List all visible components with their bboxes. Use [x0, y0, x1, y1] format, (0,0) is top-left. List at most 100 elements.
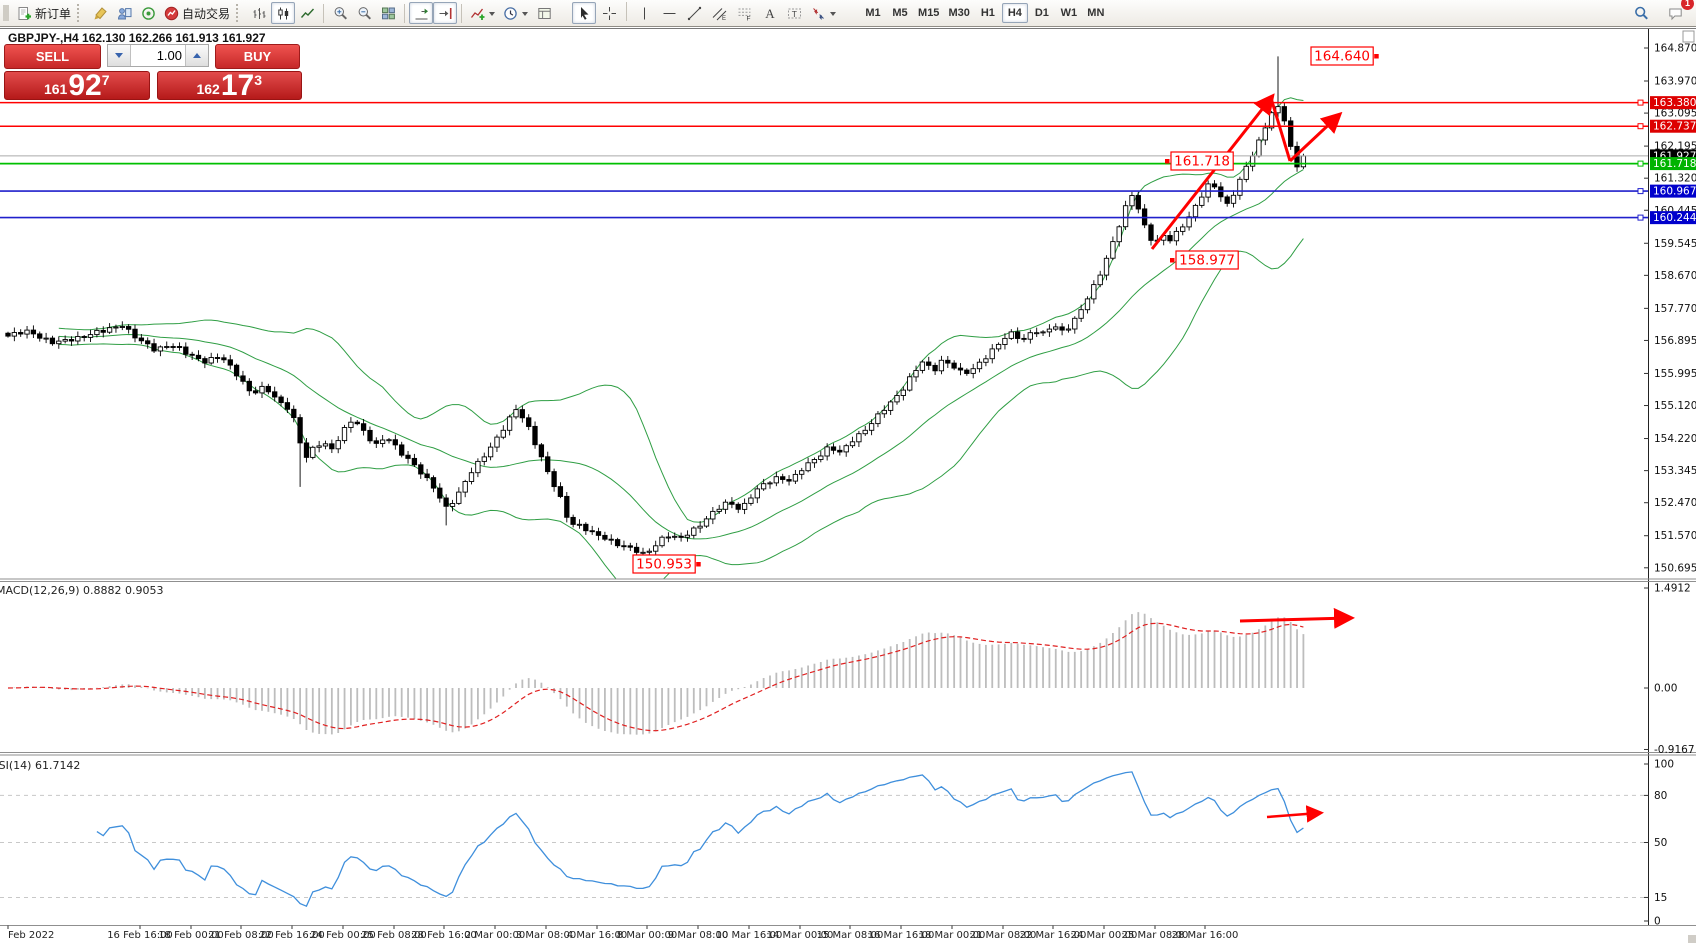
price-tag: 162.737 [1653, 121, 1696, 133]
candle-body [393, 440, 397, 445]
candle-body [533, 426, 537, 444]
chart-canvas[interactable]: 164.870163.970163.095162.195161.320160.4… [0, 0, 1696, 943]
dropdown-caret[interactable] [830, 12, 836, 19]
autotrade-button[interactable]: 自动交易 [160, 2, 234, 24]
sell-button[interactable]: SELL [4, 44, 101, 69]
line-handle[interactable] [1638, 215, 1643, 220]
bar-chart-button[interactable] [247, 2, 271, 24]
line-handle[interactable] [1638, 189, 1643, 194]
price-tick: 152.470 [1654, 497, 1696, 509]
cursor-tool-button[interactable] [572, 2, 596, 24]
timeframe-mn[interactable]: MN [1083, 3, 1109, 23]
price-tick: 157.770 [1654, 303, 1696, 315]
line-chart-button[interactable] [295, 2, 319, 24]
line-handle[interactable] [1638, 100, 1643, 105]
candle-body [1244, 166, 1248, 179]
candle-body [1282, 107, 1286, 121]
toolbar-grip[interactable] [236, 4, 243, 22]
timeframe-d1[interactable]: D1 [1029, 3, 1055, 23]
svg-text:E: E [722, 16, 726, 21]
timeframe-m30[interactable]: M30 [944, 3, 973, 23]
volume-input[interactable] [131, 45, 185, 66]
candle-body [755, 489, 759, 498]
candle-body [253, 391, 257, 393]
brush-icon [93, 6, 108, 21]
styler-button[interactable] [88, 2, 112, 24]
candle-body [628, 546, 632, 547]
vertical-line-tool-button[interactable] [632, 2, 656, 24]
line-handle[interactable] [1638, 161, 1643, 166]
timeframe-m15[interactable]: M15 [914, 3, 943, 23]
candle-body [260, 386, 264, 393]
fibonacci-tool-button[interactable]: F [732, 2, 756, 24]
candle-body [1085, 299, 1089, 310]
candle-body [1231, 195, 1235, 203]
zoom-in-icon [333, 6, 348, 21]
candle-body [1181, 227, 1185, 232]
profiles-button[interactable] [112, 2, 136, 24]
search-button[interactable] [1629, 2, 1653, 24]
timeframe-m5[interactable]: M5 [887, 3, 913, 23]
sell-price-box[interactable]: 161927 [4, 71, 150, 100]
periods-button[interactable] [499, 2, 532, 24]
indicators-button[interactable] [466, 2, 499, 24]
resize-grip[interactable] [1688, 935, 1696, 943]
candle-body [273, 392, 277, 397]
timeframe-h4[interactable]: H4 [1002, 3, 1028, 23]
candle-body [266, 386, 270, 391]
dropdown-caret[interactable] [489, 12, 495, 19]
new-order-label: 新订单 [35, 5, 71, 22]
candle-body [857, 434, 861, 442]
candle-body [50, 338, 54, 344]
candle-body [1022, 338, 1026, 339]
candle-body [19, 333, 23, 335]
zoom-out-button[interactable] [352, 2, 376, 24]
candlestick-chart-button[interactable] [271, 2, 295, 24]
timeframe-m1[interactable]: M1 [860, 3, 886, 23]
arrows-tool-button[interactable] [807, 2, 840, 24]
rsi-tick: 50 [1654, 837, 1667, 849]
volume-increase-button[interactable] [185, 45, 208, 66]
candle-body [203, 359, 207, 363]
new-order-button[interactable]: 新订单 [13, 2, 75, 24]
candle-body [736, 504, 740, 509]
candle-body [958, 368, 962, 370]
candle-body [660, 537, 664, 546]
chart-corner-button[interactable] [1683, 31, 1694, 42]
crosshair-tool-button[interactable] [597, 2, 621, 24]
zoom-in-button[interactable] [328, 2, 352, 24]
volume-decrease-button[interactable] [108, 45, 131, 66]
candle-body [1193, 205, 1197, 216]
auto-scroll-button[interactable] [409, 2, 433, 24]
dropdown-caret[interactable] [522, 12, 528, 19]
sell-price-big: 92 [68, 73, 101, 99]
candle-body [933, 365, 937, 370]
buy-price-big: 17 [221, 73, 254, 99]
buy-price-box[interactable]: 162173 [157, 71, 303, 100]
candle-body [450, 504, 454, 507]
cursor-icon [577, 6, 592, 21]
channel-tool-button[interactable]: E [707, 2, 731, 24]
bar-chart-icon [252, 6, 267, 21]
text-label-tool-button[interactable]: T [782, 2, 806, 24]
line-handle[interactable] [1638, 124, 1643, 129]
templates-button[interactable] [532, 2, 556, 24]
candle-body [520, 410, 524, 418]
candle-body [869, 424, 873, 431]
price-tag: 160.244 [1653, 212, 1696, 224]
buy-button[interactable]: BUY [215, 44, 300, 69]
signals-button[interactable] [136, 2, 160, 24]
timeframe-h1[interactable]: H1 [975, 3, 1001, 23]
toolbar-separator [461, 4, 462, 23]
tile-windows-button[interactable] [376, 2, 400, 24]
timeframe-w1[interactable]: W1 [1056, 3, 1082, 23]
trendline-tool-button[interactable] [682, 2, 706, 24]
profile-chart-icon [117, 6, 132, 21]
text-tool-button[interactable]: A [757, 2, 781, 24]
price-tick: 164.870 [1654, 43, 1696, 55]
candle-body [215, 358, 219, 359]
horizontal-line-tool-button[interactable] [657, 2, 681, 24]
candle-body [514, 410, 518, 417]
chart-shift-button[interactable] [433, 2, 457, 24]
toolbar-grip[interactable] [77, 4, 84, 22]
